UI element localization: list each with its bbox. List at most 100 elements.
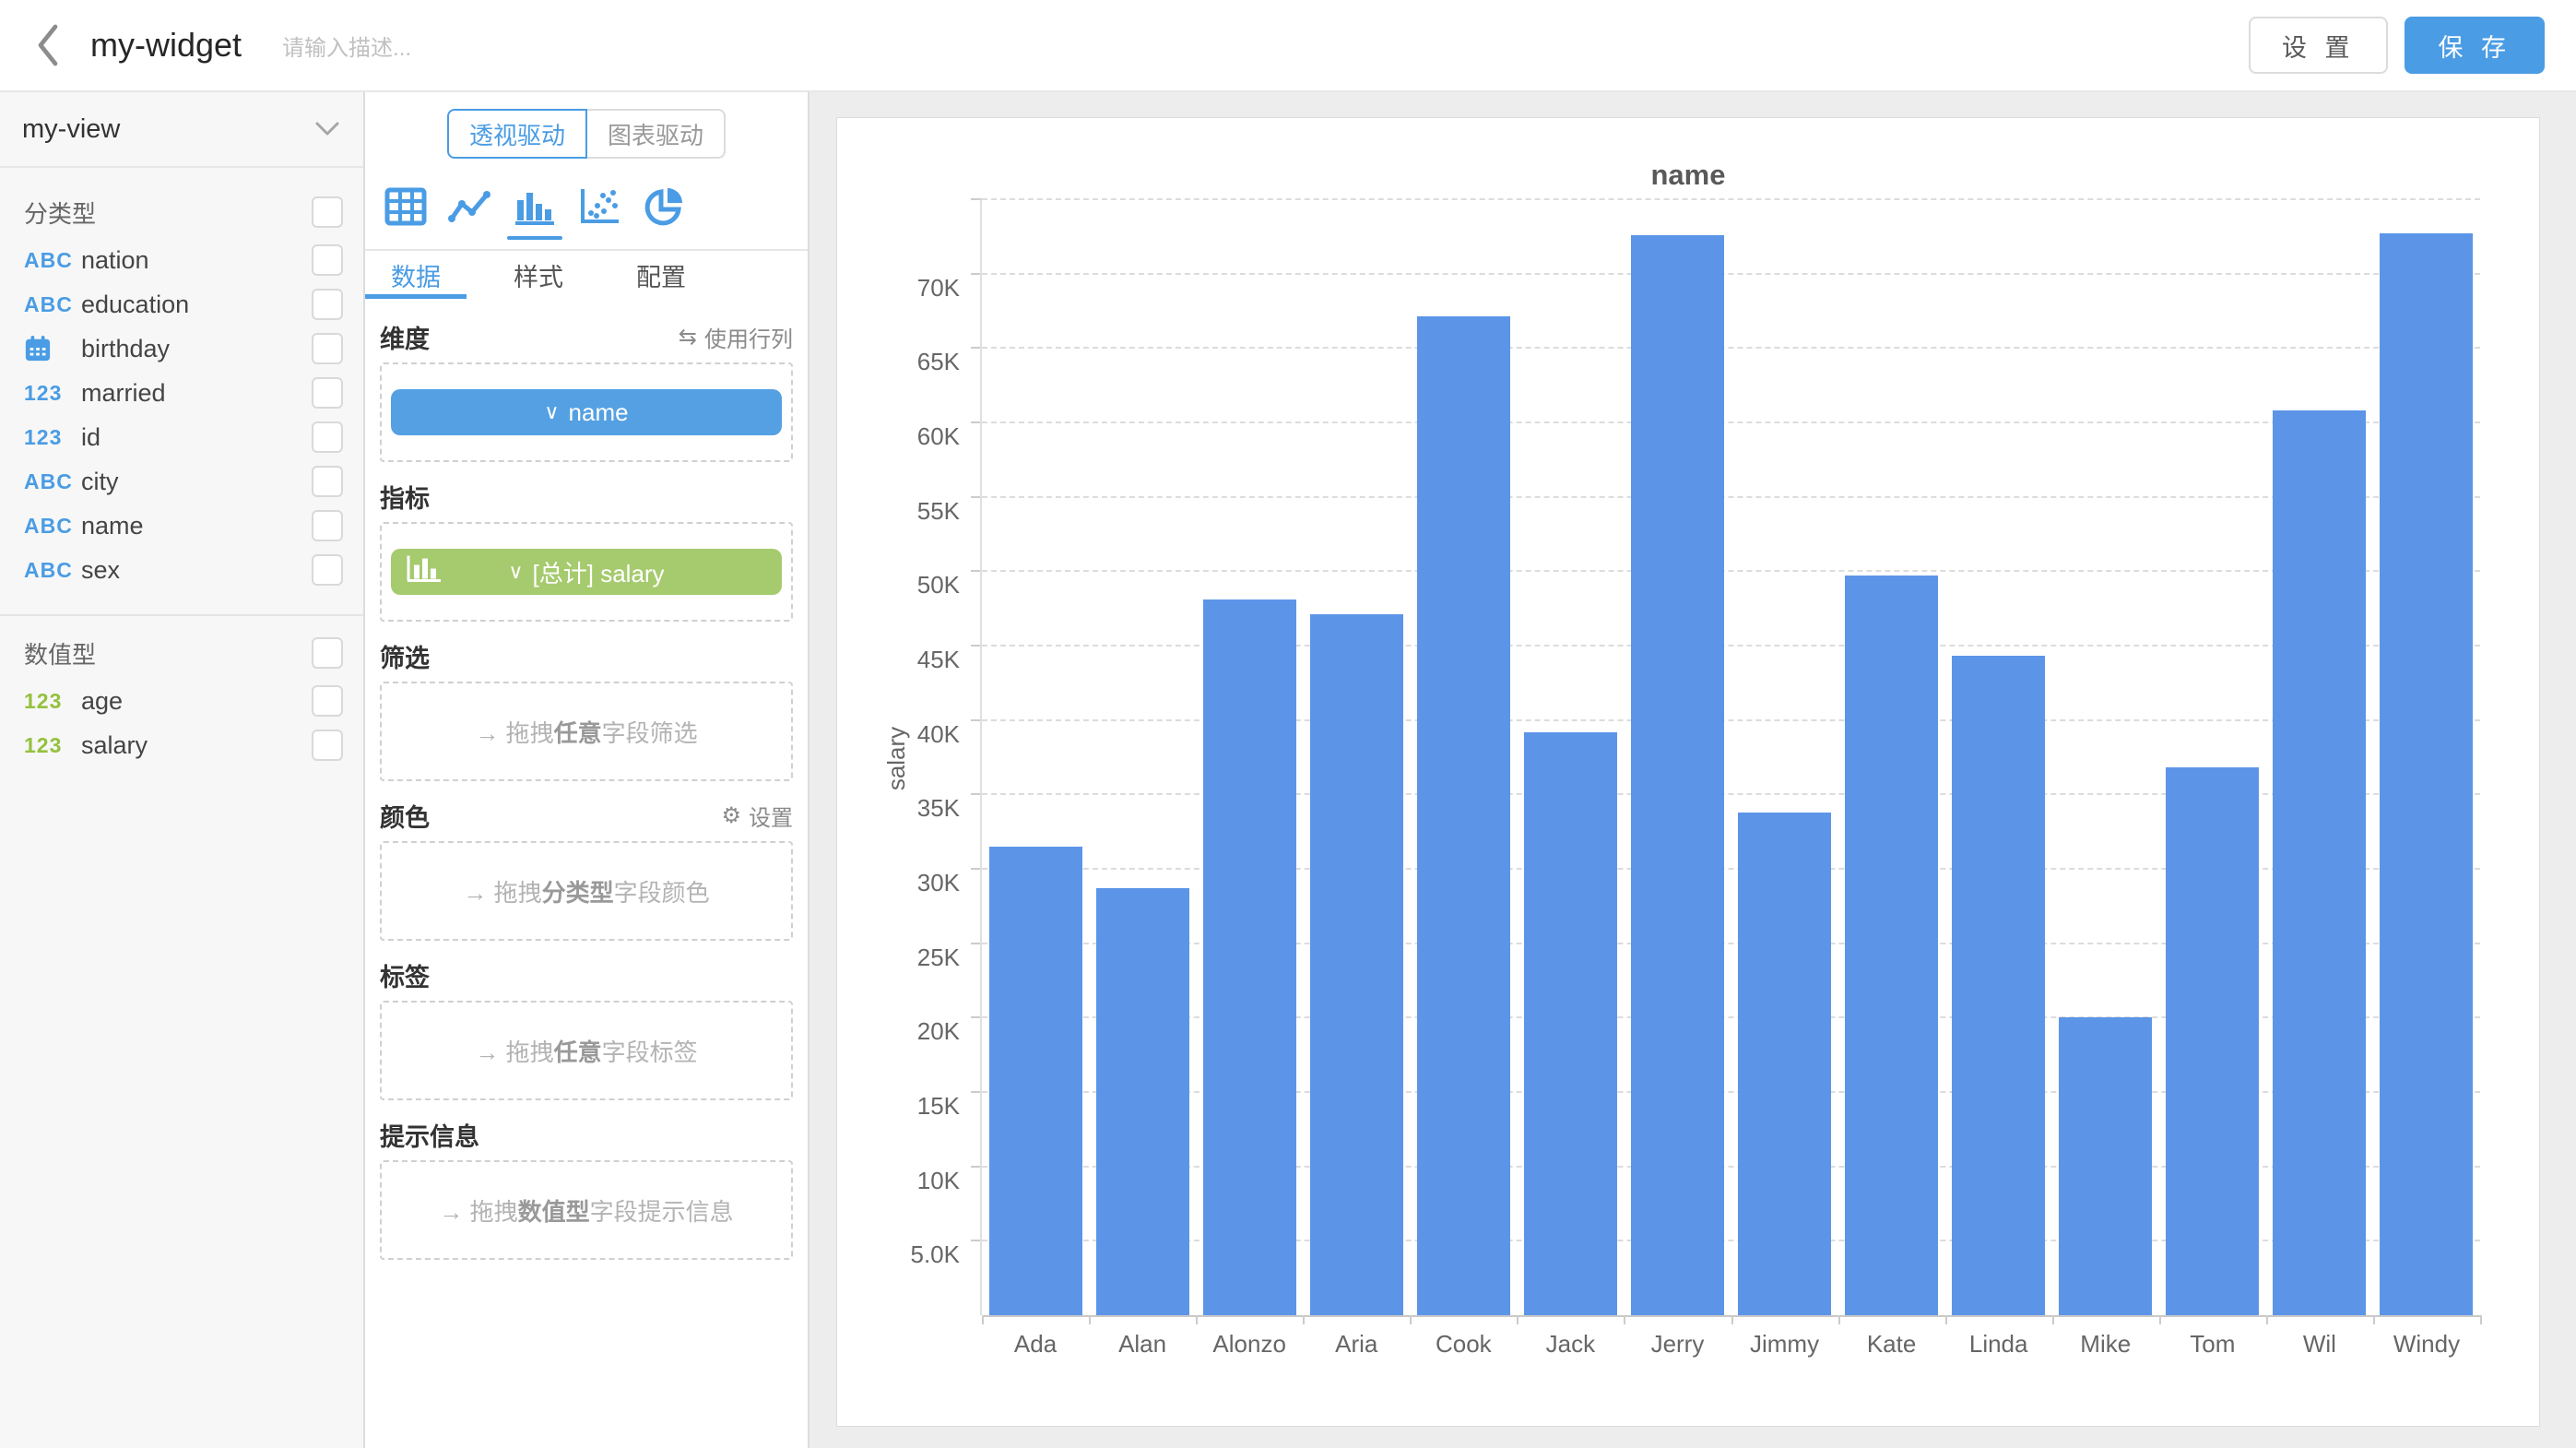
field-item-married[interactable]: 123married (0, 371, 363, 415)
x-tick (1196, 1315, 1198, 1324)
top-bar: my-widget 请输入描述... 设 置 保 存 (0, 0, 2576, 92)
gridline-60K (982, 421, 2480, 423)
settings-button[interactable]: 设 置 (2249, 17, 2389, 74)
bar-Alonzo[interactable] (1203, 599, 1296, 1315)
chart-type-row (384, 184, 808, 229)
field-item-birthday[interactable]: birthday (0, 326, 363, 371)
field-checkbox[interactable] (312, 244, 343, 276)
x-axis-label: Linda (1945, 1330, 2052, 1358)
tab-data[interactable]: 数据 (365, 251, 467, 299)
y-axis-label: 70K (868, 275, 960, 301)
bar-Wil[interactable] (2273, 410, 2366, 1315)
field-group-header: 数值型 (0, 631, 363, 675)
text-type-icon: ABC (24, 292, 81, 317)
widget-title[interactable]: my-widget (90, 26, 242, 65)
y-axis-label: 50K (868, 572, 960, 598)
mode-tab-chart[interactable]: 图表驱动 (587, 109, 726, 159)
chart-type-line-icon[interactable] (448, 184, 492, 229)
color-label: 颜色 (380, 798, 721, 834)
save-button[interactable]: 保 存 (2405, 17, 2545, 74)
view-selector[interactable]: my-view (0, 92, 363, 168)
caret-down-icon[interactable]: ∨ (508, 560, 523, 584)
field-checkbox[interactable] (312, 289, 343, 320)
y-axis-label: 15K (868, 1093, 960, 1119)
x-tick (2052, 1315, 2054, 1324)
bar-chart-plot: 5.0K10K15K20K25K30K35K40K45K50K55K60K65K… (837, 118, 2539, 1426)
number-type-icon: 123 (24, 689, 81, 714)
field-item-nation[interactable]: ABCnation (0, 238, 363, 282)
y-axis-label: 10K (868, 1168, 960, 1193)
dimension-label: 维度 (380, 319, 679, 355)
bar-Cook[interactable] (1417, 316, 1510, 1315)
x-tick (1089, 1315, 1091, 1324)
field-checkbox[interactable] (312, 554, 343, 586)
use-rowcol-link[interactable]: ⇆ 使用行列 (679, 321, 793, 353)
field-checkbox[interactable] (312, 333, 343, 364)
group-label: 数值型 (24, 636, 312, 671)
field-item-id[interactable]: 123id (0, 415, 363, 459)
x-axis-label: Wil (2266, 1330, 2373, 1358)
metric-pill-salary[interactable]: ∨ [总计] salary (391, 549, 782, 595)
field-checkbox[interactable] (312, 377, 343, 409)
chart-card: name salary 5.0K10K15K20K25K30K35K40K45K… (836, 117, 2540, 1427)
bar-Windy[interactable] (2380, 233, 2473, 1315)
y-axis-label: 5.0K (868, 1241, 960, 1267)
field-name: name (81, 512, 312, 540)
tooltip-dropzone[interactable]: → 拖拽数值型字段提示信息 (380, 1160, 793, 1260)
x-axis-label: Mike (2052, 1330, 2159, 1358)
field-item-city[interactable]: ABCcity (0, 459, 363, 504)
text-type-icon: ABC (24, 514, 81, 539)
bar-Jimmy[interactable] (1738, 813, 1831, 1315)
chart-type-scatter-icon[interactable] (577, 184, 621, 229)
field-item-age[interactable]: 123age (0, 679, 363, 723)
filter-dropzone[interactable]: → 拖拽任意字段筛选 (380, 682, 793, 781)
main-area: my-view 分类型ABCnationABCeducationbirthday… (0, 92, 2576, 1448)
group-checkbox[interactable] (312, 637, 343, 669)
field-checkbox[interactable] (312, 730, 343, 761)
label-dropzone[interactable]: → 拖拽任意字段标签 (380, 1001, 793, 1100)
field-item-education[interactable]: ABCeducation (0, 282, 363, 326)
y-axis-label: 60K (868, 423, 960, 449)
field-name: nation (81, 246, 312, 275)
chart-type-table-icon[interactable] (384, 184, 428, 229)
field-checkbox[interactable] (312, 510, 343, 541)
field-item-salary[interactable]: 123salary (0, 723, 363, 767)
tooltip-hint: → 拖拽数值型字段提示信息 (439, 1193, 733, 1228)
gridline-70K (982, 273, 2480, 275)
x-tick (1410, 1315, 1412, 1324)
color-settings-link[interactable]: ⚙ 设置 (721, 800, 793, 832)
caret-down-icon[interactable]: ∨ (544, 400, 559, 424)
x-tick (2159, 1315, 2161, 1324)
color-dropzone[interactable]: → 拖拽分类型字段颜色 (380, 841, 793, 941)
field-checkbox[interactable] (312, 466, 343, 497)
panel-content: 维度 ⇆ 使用行列 ∨ name 指标 (365, 319, 808, 1260)
bar-Linda[interactable] (1952, 656, 2045, 1315)
dimension-pill-name[interactable]: ∨ name (391, 389, 782, 435)
field-name: salary (81, 731, 312, 760)
bar-Aria[interactable] (1310, 614, 1403, 1315)
bar-Jerry[interactable] (1631, 235, 1724, 1315)
x-tick (1624, 1315, 1625, 1324)
bar-Ada[interactable] (989, 847, 1082, 1315)
mode-tab-pivot[interactable]: 透视驱动 (447, 109, 587, 159)
group-checkbox[interactable] (312, 196, 343, 228)
chart-type-bar-icon[interactable] (513, 184, 557, 229)
bar-Tom[interactable] (2166, 767, 2259, 1315)
bar-Alan[interactable] (1096, 888, 1189, 1315)
back-button[interactable] (20, 18, 76, 73)
field-checkbox[interactable] (312, 421, 343, 453)
field-item-sex[interactable]: ABCsex (0, 548, 363, 592)
description-input[interactable]: 请输入描述... (282, 30, 2249, 62)
bar-Jack[interactable] (1524, 732, 1617, 1315)
field-item-name[interactable]: ABCname (0, 504, 363, 548)
metric-dropzone[interactable]: ∨ [总计] salary (380, 522, 793, 622)
tab-style[interactable]: 样式 (488, 251, 589, 299)
bar-Mike[interactable] (2059, 1017, 2152, 1315)
chart-type-pie-icon[interactable] (642, 184, 686, 229)
dimension-dropzone[interactable]: ∨ name (380, 362, 793, 462)
sidebar-groups: 分类型ABCnationABCeducationbirthday123marri… (0, 168, 363, 767)
field-checkbox[interactable] (312, 685, 343, 717)
tab-config[interactable]: 配置 (610, 251, 712, 299)
bar-Kate[interactable] (1845, 576, 1938, 1315)
field-name: age (81, 687, 312, 716)
